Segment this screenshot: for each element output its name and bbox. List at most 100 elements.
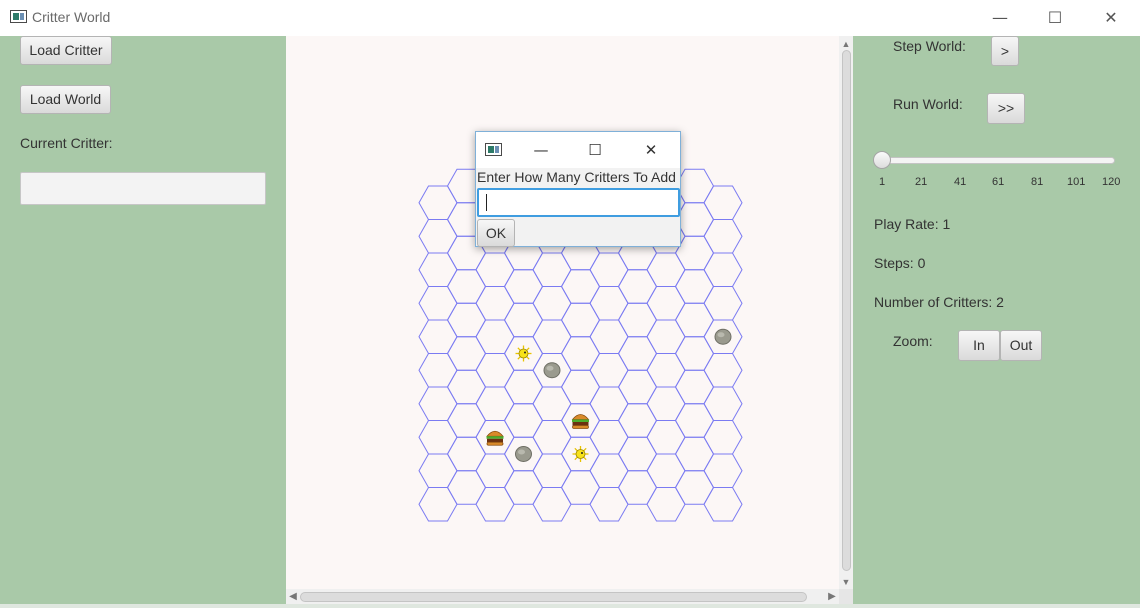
hex-cell[interactable]: [446, 403, 487, 438]
hex-cell[interactable]: [418, 319, 458, 354]
run-world-button[interactable]: >>: [987, 93, 1025, 124]
hex-cell[interactable]: [589, 420, 629, 455]
scroll-right-icon[interactable]: ▶: [826, 590, 838, 603]
hex-cell[interactable]: [703, 286, 743, 321]
close-icon[interactable]: ✕: [1088, 4, 1134, 32]
hex-cell[interactable]: [589, 252, 629, 287]
maximize-icon[interactable]: ☐: [1032, 4, 1078, 32]
hex-cell[interactable]: [646, 252, 686, 287]
hex-cell[interactable]: [674, 202, 715, 237]
hex-cell[interactable]: [703, 219, 743, 254]
hex-cell[interactable]: [503, 302, 544, 338]
hex-cell[interactable]: [674, 436, 715, 472]
hex-cell[interactable]: [617, 470, 658, 505]
hex-cell[interactable]: [418, 487, 458, 522]
hex-cell[interactable]: [418, 219, 458, 254]
food-burger-icon[interactable]: [571, 414, 590, 429]
hex-cell[interactable]: [617, 403, 658, 438]
scroll-left-icon[interactable]: ◀: [287, 590, 299, 603]
hex-cell[interactable]: [418, 420, 458, 455]
load-world-button[interactable]: Load World: [20, 85, 111, 114]
hex-cell[interactable]: [646, 386, 686, 421]
hex-cell[interactable]: [532, 252, 572, 287]
hex-cell[interactable]: [703, 386, 743, 421]
hex-cell[interactable]: [503, 470, 544, 505]
hex-cell[interactable]: [532, 386, 572, 421]
hex-cell[interactable]: [674, 269, 715, 304]
play-rate-slider-track[interactable]: [878, 157, 1115, 164]
hex-cell[interactable]: [617, 436, 658, 472]
hex-cell[interactable]: [646, 420, 686, 455]
dialog-close-icon[interactable]: ✕: [636, 136, 666, 164]
critter-icon[interactable]: [572, 446, 589, 462]
hex-cell[interactable]: [418, 353, 458, 388]
hex-cell[interactable]: [418, 286, 458, 321]
hex-cell[interactable]: [560, 302, 601, 338]
hex-cell[interactable]: [646, 487, 686, 522]
hex-cell[interactable]: [475, 487, 515, 522]
horizontal-scroll-thumb[interactable]: [300, 592, 807, 602]
hex-cell[interactable]: [589, 286, 629, 321]
hex-cell[interactable]: [589, 353, 629, 388]
hex-cell[interactable]: [703, 353, 743, 388]
hex-cell[interactable]: [418, 453, 458, 488]
hex-cell[interactable]: [674, 403, 715, 438]
hex-cell[interactable]: [560, 369, 601, 405]
hex-cell[interactable]: [446, 269, 487, 304]
scroll-up-icon[interactable]: ▲: [840, 38, 852, 50]
scroll-down-icon[interactable]: ▼: [840, 576, 852, 588]
hex-cell[interactable]: [475, 286, 515, 321]
hex-cell[interactable]: [503, 269, 544, 304]
hex-cell[interactable]: [674, 336, 715, 371]
rock-icon[interactable]: [515, 446, 532, 462]
hex-cell[interactable]: [703, 453, 743, 488]
hex-cell[interactable]: [589, 319, 629, 354]
dialog-minimize-icon[interactable]: —: [526, 136, 556, 164]
zoom-in-button[interactable]: In: [958, 330, 1000, 361]
dialog-titlebar[interactable]: — ☐ ✕: [476, 132, 680, 168]
hex-cell[interactable]: [503, 369, 544, 405]
hex-cell[interactable]: [446, 302, 487, 338]
load-critter-button[interactable]: Load Critter: [20, 36, 112, 65]
hex-cell[interactable]: [475, 386, 515, 421]
ok-button[interactable]: OK: [477, 219, 515, 247]
vertical-scrollbar[interactable]: ▲ ▼: [839, 36, 853, 589]
hex-cell[interactable]: [560, 336, 601, 371]
current-critter-field[interactable]: [20, 172, 266, 205]
hex-cell[interactable]: [532, 453, 572, 488]
hex-cell[interactable]: [674, 168, 715, 204]
hex-cell[interactable]: [646, 286, 686, 321]
hex-grid[interactable]: [286, 36, 839, 589]
hex-cell[interactable]: [475, 319, 515, 354]
dialog-maximize-icon[interactable]: ☐: [580, 136, 610, 164]
hex-cell[interactable]: [617, 269, 658, 304]
hex-cell[interactable]: [674, 235, 715, 271]
hex-cell[interactable]: [674, 302, 715, 338]
hex-cell[interactable]: [589, 453, 629, 488]
critter-icon[interactable]: [515, 345, 532, 362]
zoom-out-button[interactable]: Out: [1000, 330, 1042, 361]
hex-cell[interactable]: [418, 386, 458, 421]
hex-cell[interactable]: [475, 453, 515, 488]
hex-cell[interactable]: [503, 403, 544, 438]
hex-cell[interactable]: [589, 386, 629, 421]
hex-cell[interactable]: [703, 185, 743, 220]
hex-cell[interactable]: [703, 420, 743, 455]
critter-count-input[interactable]: [477, 188, 680, 217]
hex-cell[interactable]: [418, 252, 458, 287]
hex-cell[interactable]: [617, 369, 658, 405]
hex-cell[interactable]: [446, 369, 487, 405]
world-viewport[interactable]: [286, 36, 839, 589]
hex-cell[interactable]: [418, 185, 458, 220]
hex-cell[interactable]: [617, 302, 658, 338]
hex-cell[interactable]: [617, 336, 658, 371]
hex-cell[interactable]: [703, 252, 743, 287]
rock-icon[interactable]: [714, 328, 732, 345]
minimize-icon[interactable]: —: [977, 4, 1023, 32]
hex-cell[interactable]: [446, 436, 487, 472]
hex-cell[interactable]: [703, 487, 743, 522]
hex-cell[interactable]: [674, 470, 715, 505]
hex-cell[interactable]: [646, 319, 686, 354]
hex-cell[interactable]: [532, 319, 572, 354]
hex-cell[interactable]: [475, 252, 515, 287]
